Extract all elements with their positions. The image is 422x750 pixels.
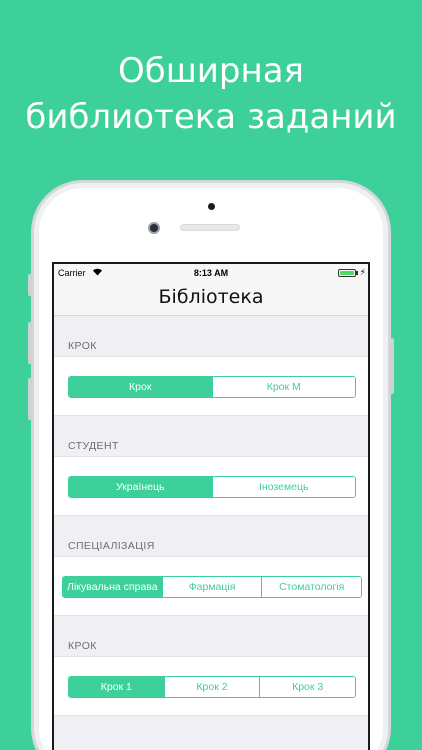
earpiece-speaker [180, 224, 240, 231]
volume-down-button [28, 378, 32, 420]
segmented-control: Лікувальна справа Фармація Стоматологія [62, 576, 362, 598]
battery-icon [338, 269, 356, 277]
front-camera-icon [148, 222, 160, 234]
segment-option[interactable]: Українець [69, 477, 212, 497]
charging-icon: ⚡ [359, 267, 366, 277]
segmented-control: Крок Крок М [68, 376, 356, 398]
status-bar: Carrier 8:13 AM ⚡ [54, 264, 368, 282]
section-cell: Лікувальна справа Фармація Стоматологія [54, 556, 368, 616]
status-time: 8:13 AM [193, 268, 229, 278]
app-screen: Carrier 8:13 AM ⚡ Бібліотека КРОК Крок Кро… [52, 262, 370, 750]
section-cell: Крок 1 Крок 2 Крок 3 [54, 656, 368, 716]
settings-list: КРОК Крок Крок М СТУДЕНТ Українець Іноземець С… [54, 316, 368, 716]
segment-option[interactable]: Крок 1 [69, 677, 164, 697]
section-header: КРОК [68, 340, 97, 352]
segment-option[interactable]: Крок [69, 377, 212, 397]
section-header: СТУДЕНТ [68, 440, 119, 452]
segmented-control: Крок 1 Крок 2 Крок 3 [68, 676, 356, 698]
page-title: Бібліотека [158, 286, 264, 308]
battery-tip [356, 271, 358, 275]
section-header: КРОК [68, 640, 97, 652]
segmented-control: Українець Іноземець [68, 476, 356, 498]
promo-line-2: библиотека заданий [25, 97, 397, 137]
segment-option[interactable]: Лікувальна справа [63, 577, 162, 597]
power-button [390, 338, 394, 394]
segment-option[interactable]: Крок 3 [259, 677, 355, 697]
segment-option[interactable]: Крок М [211, 377, 355, 397]
section-cell: Крок Крок М [54, 356, 368, 416]
volume-up-button [28, 322, 32, 364]
segment-option[interactable]: Крок 2 [163, 677, 260, 697]
segment-option[interactable]: Фармація [161, 577, 262, 597]
section-cell: Українець Іноземець [54, 456, 368, 516]
segment-option[interactable]: Іноземець [211, 477, 355, 497]
segment-option[interactable]: Стоматологія [261, 577, 361, 597]
mute-switch [28, 274, 32, 296]
promo-line-1: Обширная [117, 51, 305, 91]
promo-headline: Обширная библиотека заданий [0, 48, 422, 140]
nav-bar: Бібліотека [54, 282, 368, 316]
sensor-dot [208, 203, 215, 210]
section-header: СПЕЦІАЛІЗАЦІЯ [68, 540, 155, 552]
